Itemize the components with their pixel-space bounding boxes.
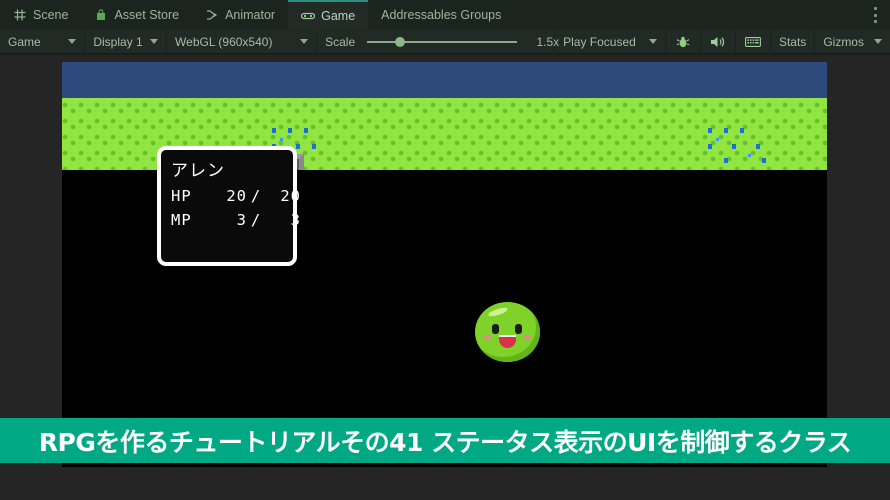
slime-eye-right (515, 324, 522, 334)
chevron-down-icon (648, 39, 657, 44)
scale-slider-track[interactable] (367, 36, 518, 47)
tab-label: Asset Store (114, 8, 180, 22)
caption-banner: RPGを作るチュートリアルその41 ステータス表示のUIを制御するクラス (0, 418, 890, 463)
chevron-down-icon (873, 39, 882, 44)
tab-animator[interactable]: Animator (192, 0, 288, 30)
debug-toggle-button[interactable] (666, 29, 701, 54)
mp-row: MP 3 / 3 (171, 208, 300, 233)
aspect-grid-button[interactable] (736, 29, 771, 54)
tab-label: Animator (225, 8, 276, 22)
more-options-icon[interactable] (868, 7, 882, 23)
mp-max: 3 (290, 211, 301, 230)
hp-row: HP 20 / 20 (171, 184, 300, 209)
tab-label: Scene (33, 8, 69, 22)
scale-slider-handle[interactable] (395, 36, 406, 47)
hp-label: HP (171, 186, 192, 205)
mute-audio-button[interactable] (701, 29, 736, 54)
scale-slider[interactable] (361, 36, 523, 47)
chevron-down-icon (300, 39, 309, 44)
stats-toggle-button[interactable]: Stats (771, 29, 816, 54)
tab-scene[interactable]: Scene (0, 0, 81, 30)
hp-current: 20 (226, 186, 247, 205)
tab-label: Game (321, 9, 356, 23)
display-target-dropdown[interactable]: Game (0, 29, 86, 54)
tab-addressables-groups[interactable]: Addressables Groups (368, 0, 514, 30)
tab-label: Addressables Groups (381, 8, 502, 22)
play-mode-value: Play Focused (563, 34, 636, 49)
resolution-value: WebGL (960x540) (175, 34, 273, 49)
display-target-value: Game (8, 34, 41, 49)
caption-text: RPGを作るチュートリアルその41 ステータス表示のUIを制御するクラス (38, 427, 852, 457)
gamepad-icon (301, 9, 316, 23)
mp-current: 3 (236, 211, 247, 230)
tab-game[interactable]: Game (288, 0, 369, 30)
display-number-dropdown[interactable]: Display 1 (85, 29, 168, 54)
slime-sprite (475, 302, 540, 362)
hp-max: 20 (280, 186, 301, 205)
gizmos-label: Gizmos (823, 34, 864, 49)
chevron-down-icon (150, 39, 159, 44)
slime-cheek-right (523, 335, 531, 340)
mute-audio-icon (709, 34, 727, 50)
slime-body (475, 302, 540, 362)
slime-eye-left (492, 324, 499, 334)
animator-node-icon (205, 8, 219, 22)
character-name: アレン (171, 161, 225, 181)
sky-band (62, 62, 827, 98)
scale-label: Scale (325, 34, 356, 49)
resolution-dropdown[interactable]: WebGL (960x540) (167, 29, 318, 54)
status-panel: アレン HP 20 / 20 MP 3 / 3 (157, 146, 300, 266)
play-mode-dropdown[interactable]: Play Focused (555, 29, 666, 54)
hp-separator: / (250, 186, 262, 205)
chevron-down-icon (68, 39, 77, 44)
shop-bag-icon (94, 8, 108, 22)
game-view-toolbar: Game Display 1 WebGL (960x540) Scale 1.5… (0, 29, 890, 54)
tab-asset-store[interactable]: Asset Store (81, 0, 192, 30)
display-number-value: Display 1 (93, 34, 143, 49)
stats-label: Stats (778, 34, 807, 49)
grid-icon (13, 8, 27, 22)
bug-icon (674, 34, 692, 50)
game-viewport[interactable]: アレン HP 20 / 20 MP 3 / 3 (62, 62, 827, 467)
mp-separator: / (250, 211, 262, 230)
editor-tab-bar: Scene Asset Store Animator Game Addressa… (0, 0, 890, 30)
keyboard-icon (744, 34, 762, 50)
gizmos-dropdown[interactable]: Gizmos (815, 30, 890, 54)
mp-label: MP (171, 211, 192, 230)
scale-slider-group[interactable]: Scale 1.5x (317, 29, 559, 54)
slime-cheek-left (483, 335, 491, 340)
